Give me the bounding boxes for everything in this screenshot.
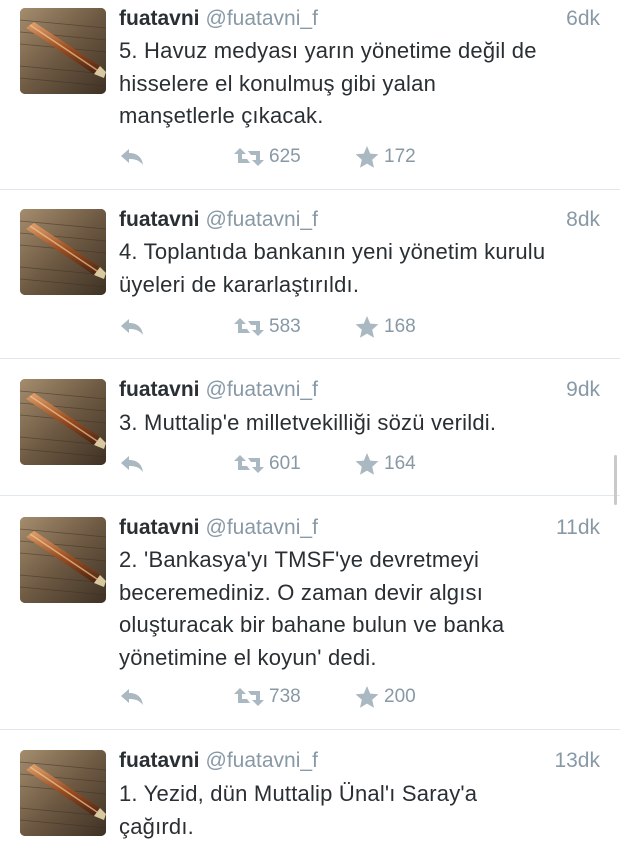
author-name[interactable]: fuatavni [119, 749, 200, 772]
author-handle[interactable]: @fuatavni_f [206, 208, 318, 231]
tweet-actions: 738 200 [119, 684, 539, 710]
timestamp[interactable]: 13dk [554, 747, 600, 775]
tweet-text-line: beceremediniz. O zaman devir algısı [119, 577, 599, 610]
retweet-count: 625 [269, 146, 301, 168]
tweet-text-line: yönetimine el koyun' dedi. [119, 642, 599, 675]
star-icon [354, 685, 380, 709]
retweet-button[interactable]: 738 [233, 684, 301, 710]
retweet-button[interactable]: 583 [233, 314, 301, 340]
tweet-item[interactable]: fuatavni @fuatavni_f 11dk 2. 'Bankasya'yı… [0, 496, 620, 730]
tweet-text: 3. Muttalip'e milletvekilliği sözü veril… [119, 407, 599, 440]
tweet-actions: 583 168 [119, 314, 539, 340]
author-handle[interactable]: @fuatavni_f [206, 516, 318, 539]
reply-button[interactable] [119, 684, 145, 710]
reply-button[interactable] [119, 144, 145, 170]
favorite-button[interactable]: 168 [354, 314, 416, 340]
tweet-text-line: manşetlerle çıkacak. [119, 100, 599, 133]
reply-button[interactable] [119, 314, 145, 340]
avatar-image [20, 209, 106, 295]
retweet-count: 738 [269, 686, 301, 708]
timestamp[interactable]: 6dk [566, 5, 600, 33]
tweet-actions: 601 164 [119, 451, 539, 477]
retweet-count: 583 [269, 316, 301, 338]
tweet-text-line: 1. Yezid, dün Muttalip Ünal'ı Saray'a [119, 778, 599, 811]
tweet-text-line: 2. 'Bankasya'yı TMSF'ye devretmeyi [119, 544, 599, 577]
tweet-text: 2. 'Bankasya'yı TMSF'ye devretmeyi becer… [119, 544, 599, 674]
favorite-count: 168 [384, 316, 416, 338]
avatar[interactable] [20, 750, 106, 836]
avatar-image [20, 8, 106, 94]
retweet-button[interactable]: 601 [233, 451, 301, 477]
tweet-item[interactable]: fuatavni @fuatavni_f 8dk 4. Toplantıda ba… [0, 190, 620, 359]
tweet-text: 5. Havuz medyası yarın yönetime değil de… [119, 35, 599, 133]
favorite-button[interactable]: 172 [354, 144, 416, 170]
tweet-header: fuatavni @fuatavni_f 13dk [119, 747, 600, 775]
reply-icon [119, 146, 145, 168]
tweet-text-line: 4. Toplantıda bankanın yeni yönetim kuru… [119, 236, 599, 269]
tweet-text-line: çağırdı. [119, 811, 599, 843]
scrollbar[interactable] [614, 455, 617, 505]
author-name[interactable]: fuatavni [119, 516, 200, 539]
tweet-text: 4. Toplantıda bankanın yeni yönetim kuru… [119, 236, 599, 301]
retweet-icon [233, 316, 265, 338]
avatar-image [20, 379, 106, 465]
favorite-count: 200 [384, 686, 416, 708]
avatar[interactable] [20, 379, 106, 465]
tweet-item[interactable]: fuatavni @fuatavni_f 9dk 3. Muttalip'e mi… [0, 359, 620, 496]
retweet-icon [233, 686, 265, 708]
tweet-header: fuatavni @fuatavni_f 8dk [119, 206, 600, 234]
tweet-header: fuatavni @fuatavni_f 9dk [119, 376, 600, 404]
tweet-header: fuatavni @fuatavni_f 6dk [119, 5, 600, 33]
avatar[interactable] [20, 517, 106, 603]
tweet-item[interactable]: fuatavni @fuatavni_f 6dk 5. Havuz medyası… [0, 0, 620, 190]
tweet-text-line: 3. Muttalip'e milletvekilliği sözü veril… [119, 407, 599, 440]
reply-icon [119, 686, 145, 708]
timestamp[interactable]: 9dk [566, 376, 600, 404]
tweet-header: fuatavni @fuatavni_f 11dk [119, 514, 600, 542]
retweet-icon [233, 146, 265, 168]
avatar[interactable] [20, 8, 106, 94]
avatar[interactable] [20, 209, 106, 295]
reply-icon [119, 316, 145, 338]
avatar-image [20, 750, 106, 836]
favorite-button[interactable]: 200 [354, 684, 416, 710]
tweet-actions: 625 172 [119, 144, 539, 170]
favorite-count: 172 [384, 146, 416, 168]
star-icon [354, 315, 380, 339]
star-icon [354, 145, 380, 169]
author-handle[interactable]: @fuatavni_f [206, 7, 318, 30]
retweet-icon [233, 453, 265, 475]
author-name[interactable]: fuatavni [119, 208, 200, 231]
tweet-text: 1. Yezid, dün Muttalip Ünal'ı Saray'a ça… [119, 778, 599, 843]
retweet-button[interactable]: 625 [233, 144, 301, 170]
timestamp[interactable]: 11dk [556, 514, 600, 542]
tweet-text-line: 5. Havuz medyası yarın yönetime değil de [119, 35, 599, 68]
timestamp[interactable]: 8dk [566, 206, 600, 234]
tweet-text-line: üyeleri de kararlaştırıldı. [119, 269, 599, 302]
author-name[interactable]: fuatavni [119, 378, 200, 401]
reply-button[interactable] [119, 451, 145, 477]
star-icon [354, 452, 380, 476]
favorite-button[interactable]: 164 [354, 451, 416, 477]
tweet-item[interactable]: fuatavni @fuatavni_f 13dk 1. Yezid, dün M… [0, 730, 620, 837]
reply-icon [119, 453, 145, 475]
author-name[interactable]: fuatavni [119, 7, 200, 30]
favorite-count: 164 [384, 453, 416, 475]
avatar-image [20, 517, 106, 603]
tweet-text-line: oluşturacak bir bahane bulun ve banka [119, 609, 599, 642]
author-handle[interactable]: @fuatavni_f [206, 749, 318, 772]
tweet-text-line: hisselere el konulmuş gibi yalan [119, 68, 599, 101]
author-handle[interactable]: @fuatavni_f [206, 378, 318, 401]
retweet-count: 601 [269, 453, 301, 475]
